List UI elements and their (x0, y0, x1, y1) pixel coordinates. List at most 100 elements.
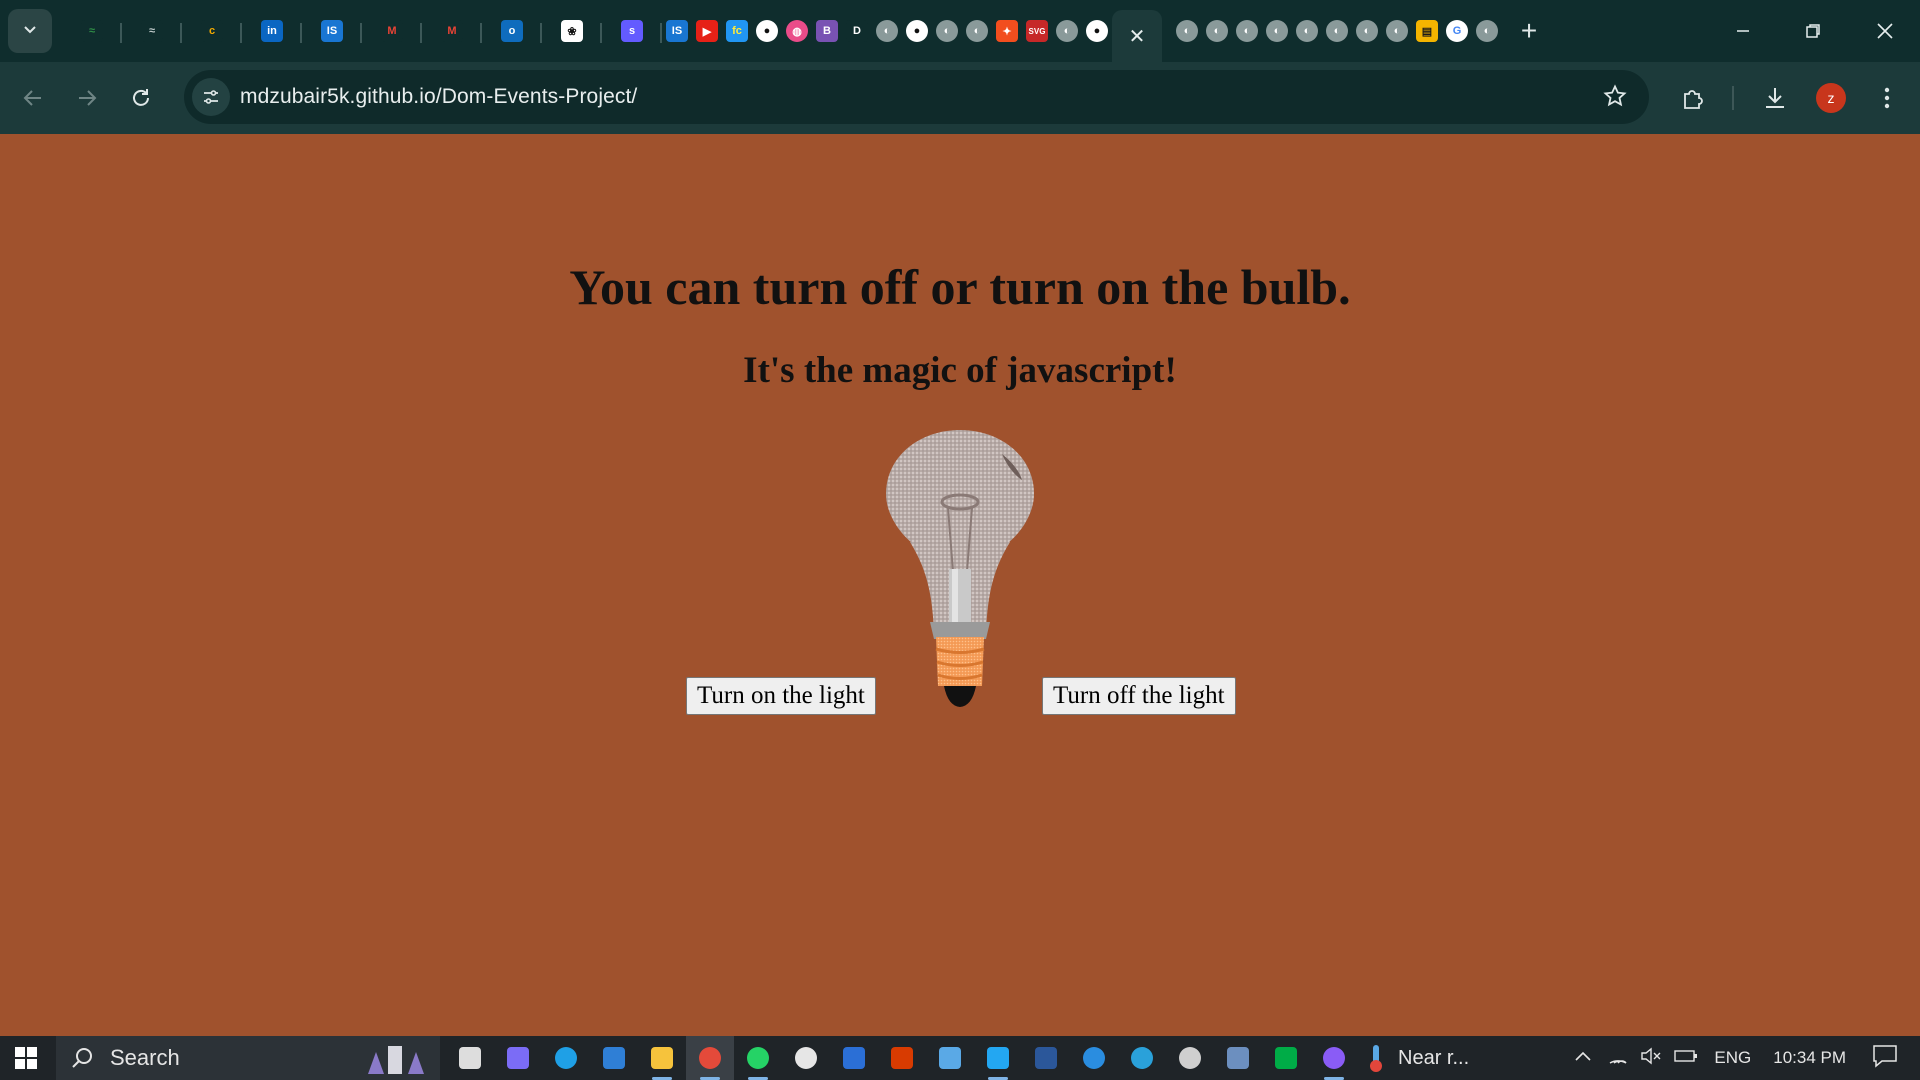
new-tab-button[interactable]: + (1506, 11, 1552, 51)
avatar[interactable]: z (1816, 83, 1846, 113)
notifications-icon[interactable] (1872, 1044, 1898, 1073)
tab-svg-png[interactable]: SVG (1022, 11, 1052, 51)
globe-icon: ◐ (1266, 20, 1288, 42)
taskbar-github-desktop[interactable] (1310, 1036, 1358, 1080)
site-settings-icon[interactable] (192, 78, 230, 116)
turn-off-button[interactable]: Turn off the light (1042, 677, 1236, 715)
taskbar-copilot[interactable] (494, 1036, 542, 1080)
turn-on-button[interactable]: Turn on the light (686, 677, 876, 715)
taskbar-file-explorer[interactable] (638, 1036, 686, 1080)
tab-google[interactable]: G (1442, 11, 1472, 51)
tab-youtube[interactable]: ▶ (692, 11, 722, 51)
show-hidden-icons-icon[interactable] (1574, 1049, 1592, 1067)
taskbar-whatsapp[interactable] (734, 1036, 782, 1080)
tab-bootstrap[interactable]: B (812, 11, 842, 51)
tab-globe[interactable]: ◐ (1052, 11, 1082, 51)
taskbar-store[interactable] (590, 1036, 638, 1080)
tab-chatgpt[interactable]: ❀ (542, 11, 602, 51)
taskbar-notes[interactable] (926, 1036, 974, 1080)
taskbar-chrome[interactable] (686, 1036, 734, 1080)
tab-globe[interactable]: ◐ (962, 11, 992, 51)
taskbar-vscode[interactable] (974, 1036, 1022, 1080)
tab-globe[interactable]: ◐ (1232, 11, 1262, 51)
downloads-button[interactable] (1752, 62, 1798, 134)
weather-widget[interactable]: Near r... (1358, 1036, 1475, 1080)
tab-globe[interactable]: ◐ (1472, 11, 1502, 51)
tab-dribbble[interactable]: ◍ (782, 11, 812, 51)
taskbar-word[interactable] (1022, 1036, 1070, 1080)
taskbar-telegram[interactable] (1118, 1036, 1166, 1080)
toolbar-divider (1732, 86, 1734, 110)
tab-outlook[interactable]: o (482, 11, 542, 51)
taskbar-office[interactable] (878, 1036, 926, 1080)
tab-active[interactable]: ✕ (1112, 10, 1162, 62)
tab-is[interactable]: IS (302, 11, 362, 51)
tab-globe[interactable]: ◐ (1292, 11, 1322, 51)
tab-globe[interactable]: ◐ (1262, 11, 1292, 51)
tab-geeksforgeeks[interactable]: ≈ (122, 11, 182, 51)
tab-globe[interactable]: ◐ (1352, 11, 1382, 51)
url-text[interactable]: mdzubair5k.github.io/Dom-Events-Project/ (240, 85, 637, 109)
settings-icon (795, 1047, 817, 1069)
forward-button[interactable] (64, 75, 110, 121)
restore-button[interactable] (1778, 0, 1848, 62)
tab-geeksforgeeks[interactable]: ≈ (62, 11, 122, 51)
taskbar-task-view[interactable] (446, 1036, 494, 1080)
tab-globe[interactable]: ◐ (1322, 11, 1352, 51)
close-tab-icon[interactable]: ✕ (1129, 24, 1146, 49)
profile-button[interactable]: z (1808, 62, 1854, 134)
tab-gmail[interactable]: M (422, 11, 482, 51)
taskbar-edge[interactable] (542, 1036, 590, 1080)
tab-freecodecamp[interactable]: fc (722, 11, 752, 51)
tab-stripe[interactable]: s (602, 11, 662, 51)
geeksforgeeks-icon: ≈ (81, 20, 103, 42)
tab-classroom[interactable]: ▤ (1412, 11, 1442, 51)
start-button[interactable] (0, 1036, 52, 1080)
tab-linkedin[interactable]: in (242, 11, 302, 51)
tab-github[interactable]: ● (902, 11, 932, 51)
tab-search-button[interactable] (8, 9, 52, 53)
back-button[interactable] (10, 75, 56, 121)
volume-muted-icon[interactable] (1640, 1047, 1662, 1070)
whatsapp-icon (747, 1047, 769, 1069)
taskbar-edge-dev[interactable] (1070, 1036, 1118, 1080)
taskbar-settings[interactable] (782, 1036, 830, 1080)
battery-icon[interactable] (1674, 1049, 1698, 1068)
minimize-button[interactable] (1708, 0, 1778, 62)
close-window-button[interactable] (1850, 0, 1920, 62)
reload-button[interactable] (118, 75, 164, 121)
menu-button[interactable] (1864, 62, 1910, 134)
tab-globe[interactable]: ◐ (1382, 11, 1412, 51)
bookmark-star-icon[interactable] (1603, 84, 1627, 113)
tab-list-right: ◐ ◐ ◐ ◐ ◐ ◐ ◐ ◐ ▤ G ◐ (1172, 0, 1502, 62)
language-indicator[interactable]: ENG (1714, 1048, 1751, 1068)
taskbar-clock[interactable] (1166, 1036, 1214, 1080)
gmail-icon: M (441, 20, 463, 42)
tab-list: ≈ ≈ c in IS M Mo ❀ s IS ▶ fc ● ◍ B D ◐ ● ◐ ◐ ✦ SVG ◐ ● (62, 0, 1112, 62)
clock-text[interactable]: 10:34 PM (1773, 1048, 1846, 1068)
tab-github[interactable]: ● (1082, 11, 1112, 51)
globe-icon: ◐ (1476, 20, 1498, 42)
google-icon: G (1446, 20, 1468, 42)
tab-d[interactable]: D (842, 11, 872, 51)
freecodecamp-icon: fc (726, 20, 748, 42)
taskbar-calculator[interactable] (1214, 1036, 1262, 1080)
tab-coursera[interactable]: c (182, 11, 242, 51)
address-bar[interactable]: mdzubair5k.github.io/Dom-Events-Project/ (184, 70, 1649, 124)
tab-globe[interactable]: ◐ (932, 11, 962, 51)
tab-globe[interactable]: ◐ (872, 11, 902, 51)
tab-github[interactable]: ● (752, 11, 782, 51)
tab-globe[interactable]: ◐ (1202, 11, 1232, 51)
tab-globe[interactable]: ◐ (1172, 11, 1202, 51)
bootstrap-icon: B (816, 20, 838, 42)
tab-figma[interactable]: ✦ (992, 11, 1022, 51)
wifi-icon[interactable] (1608, 1047, 1628, 1070)
tab-is[interactable]: IS (662, 11, 692, 51)
taskbar-search-box[interactable]: Search (56, 1036, 440, 1080)
taskbar-dev[interactable] (830, 1036, 878, 1080)
tab-gmail[interactable]: M (362, 11, 422, 51)
taskbar-meet[interactable] (1262, 1036, 1310, 1080)
windows-taskbar: Search Near r... ENG 10:34 PM (0, 1036, 1920, 1080)
chatgpt-icon: ❀ (561, 20, 583, 42)
extensions-button[interactable] (1670, 62, 1716, 134)
